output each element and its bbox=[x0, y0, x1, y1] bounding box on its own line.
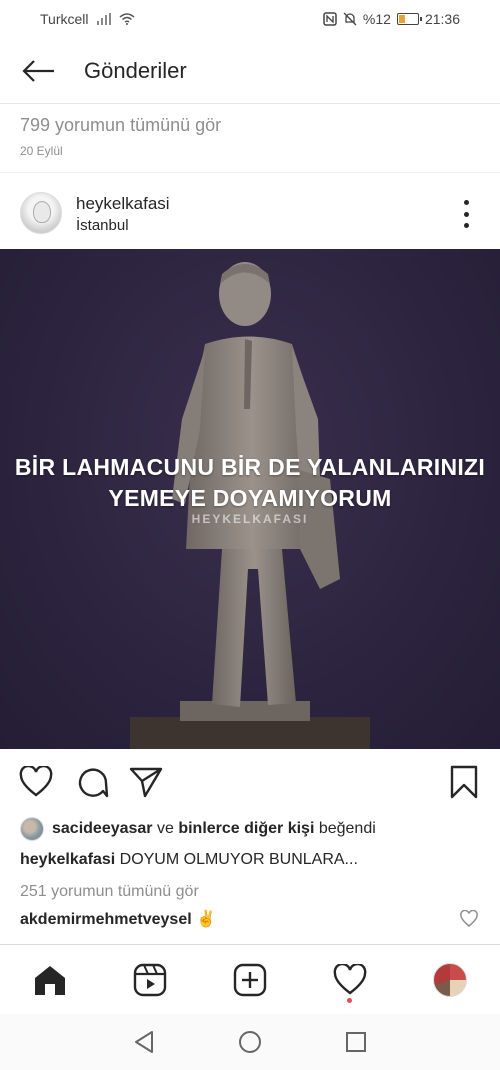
comment-icon bbox=[78, 768, 109, 798]
status-bar: Turkcell %12 21:36 bbox=[0, 0, 500, 38]
commenter-username[interactable]: akdemirmehmetveysel bbox=[20, 911, 192, 928]
system-recents-button[interactable] bbox=[342, 1028, 370, 1056]
nav-profile[interactable] bbox=[430, 960, 470, 1000]
likes-others-link[interactable]: binlerce diğer kişi bbox=[178, 820, 314, 838]
heart-icon bbox=[333, 964, 367, 995]
post-image[interactable]: BİR LAHMACUNU BİR DE YALANLARINIZI YEMEY… bbox=[0, 249, 500, 749]
share-button[interactable] bbox=[128, 764, 164, 800]
liker-username[interactable]: sacideeyasar bbox=[52, 820, 153, 838]
save-button[interactable] bbox=[446, 764, 482, 800]
system-home-button[interactable] bbox=[236, 1028, 264, 1056]
image-watermark: HEYKELKAFASI bbox=[191, 512, 309, 526]
heart-icon bbox=[19, 766, 53, 797]
app-header: Gönderiler bbox=[0, 38, 500, 104]
carrier-label: Turkcell bbox=[40, 11, 89, 27]
nav-reels[interactable] bbox=[130, 960, 170, 1000]
page-title: Gönderiler bbox=[84, 57, 187, 83]
signal-icon bbox=[96, 13, 111, 25]
like-button[interactable] bbox=[18, 764, 54, 800]
profile-avatar bbox=[433, 963, 467, 997]
reels-icon bbox=[133, 963, 167, 997]
post-author-username[interactable]: heykelkafasi bbox=[76, 194, 170, 214]
likes-suffix: beğendi bbox=[314, 820, 376, 837]
nav-new-post[interactable] bbox=[230, 960, 270, 1000]
post-author-avatar[interactable] bbox=[20, 192, 62, 234]
wifi-icon bbox=[119, 13, 134, 25]
likes-connector: ve bbox=[152, 820, 179, 837]
comment-row: akdemirmehmetveysel ✌️ bbox=[20, 909, 216, 929]
dot bbox=[463, 200, 469, 205]
caption-text: DOYUM OLMUYOR BUNLARA... bbox=[115, 851, 358, 868]
notification-dot bbox=[347, 998, 352, 1003]
image-caption-line-2: YEMEYE DOYAMIYORUM bbox=[108, 485, 392, 511]
image-caption-line-1: BİR LAHMACUNU BİR DE YALANLARINIZI bbox=[14, 454, 486, 480]
previous-view-comments-link[interactable]: 799 yorumun tümünü gör bbox=[20, 115, 221, 136]
send-icon bbox=[129, 767, 163, 798]
battery-icon bbox=[396, 13, 422, 25]
divider bbox=[0, 172, 500, 173]
post-header: heykelkafasi İstanbul bbox=[0, 186, 500, 242]
comment-button[interactable] bbox=[74, 764, 110, 800]
nav-home[interactable] bbox=[30, 960, 70, 1000]
bottom-navigation bbox=[0, 944, 500, 1014]
comment-text: ✌️ bbox=[191, 911, 217, 928]
system-navigation-bar bbox=[0, 1014, 500, 1070]
system-back-button[interactable] bbox=[130, 1028, 158, 1056]
previous-post-date: 20 Eylül bbox=[20, 144, 63, 158]
likes-summary: sacideeyasar ve binlerce diğer kişi beğe… bbox=[20, 815, 376, 843]
post-action-bar bbox=[0, 760, 500, 804]
view-all-comments-link[interactable]: 251 yorumun tümünü gör bbox=[20, 883, 199, 901]
clock: 21:36 bbox=[424, 11, 460, 27]
post-location[interactable]: İstanbul bbox=[76, 217, 129, 234]
more-options-button[interactable] bbox=[456, 200, 476, 228]
back-button[interactable] bbox=[14, 51, 64, 91]
triangle-back-icon bbox=[135, 1031, 153, 1053]
liker-avatar[interactable] bbox=[20, 817, 44, 841]
home-icon bbox=[35, 966, 65, 995]
battery-percent: %12 bbox=[362, 11, 391, 27]
dot bbox=[463, 223, 469, 228]
circle-home-icon bbox=[239, 1031, 261, 1053]
bookmark-icon bbox=[450, 765, 478, 799]
add-post-icon bbox=[233, 963, 267, 997]
mute-bell-icon bbox=[343, 12, 357, 26]
comment-like-heart-icon[interactable] bbox=[460, 910, 478, 928]
nfc-icon bbox=[323, 12, 337, 26]
back-arrow-icon bbox=[22, 59, 54, 82]
dot bbox=[463, 211, 469, 217]
post-caption: heykelkafasi DOYUM OLMUYOR BUNLARA... bbox=[20, 851, 358, 869]
square-recents-icon bbox=[346, 1032, 366, 1052]
caption-username[interactable]: heykelkafasi bbox=[20, 851, 115, 868]
nav-activity[interactable] bbox=[330, 960, 370, 1000]
